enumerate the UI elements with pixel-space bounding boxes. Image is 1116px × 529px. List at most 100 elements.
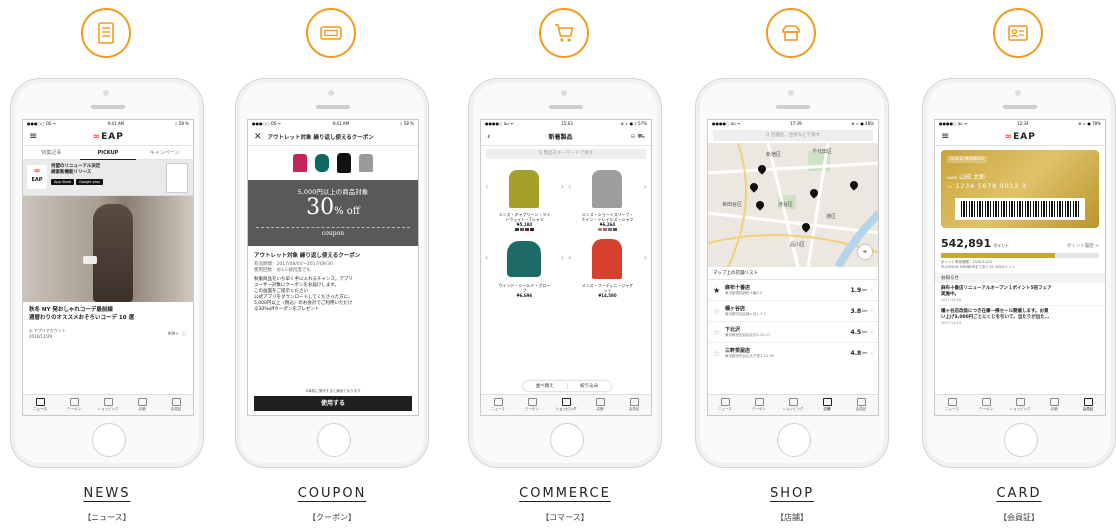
next-arrow-icon[interactable]: › — [644, 182, 647, 191]
tab-features[interactable]: 特集記事 — [23, 149, 80, 156]
banner-text: 待望のリニューアル決定 検索新機能リリース — [51, 164, 101, 175]
tab-shopping[interactable]: ショッピング — [91, 395, 125, 415]
store-row[interactable]: ☆ 下北沢 東京都世田谷区北沢2-20-17 4.5 km › — [708, 322, 878, 343]
prev-arrow-icon[interactable]: ‹ — [485, 182, 488, 191]
camera — [788, 90, 794, 96]
sort-button[interactable]: 並べ替え — [523, 383, 568, 389]
tab-coupon[interactable]: クーポン — [742, 395, 776, 415]
tab-shop[interactable]: 店舗 — [1037, 395, 1071, 415]
tab-news[interactable]: ニュース — [23, 395, 57, 415]
coupon-discount: 30% off — [306, 195, 360, 220]
product-card[interactable]: ‹ › メンズ・ショートスリーブ・ ナイン・トレイルズ・シャツ ¥6,264 — [566, 164, 649, 231]
home-button[interactable] — [777, 423, 811, 457]
back-icon[interactable]: ‹ — [487, 132, 491, 142]
article-card[interactable]: 秋冬 NY 発おしゃれコーデ最前線 週替わりのオススメおそろいコーデ 10 選 ◎… — [23, 302, 193, 343]
tab-card[interactable]: 会員証 — [159, 395, 193, 415]
card-tab-icon — [171, 398, 181, 406]
point-history-link[interactable]: ポイント履歴 > — [1067, 243, 1099, 249]
store-row[interactable]: ★ 麻布十番店 東京都港区麻布十番2-5 1.9 km › — [708, 280, 878, 301]
release-banner[interactable]: ∞ EAP 待望のリニューアル決定 検索新機能リリース App Store Goog… — [23, 160, 193, 196]
menu-icon[interactable]: ≡ — [29, 131, 37, 142]
coupon-word: coupon — [321, 230, 345, 237]
card-navbar: ≡ ∞EAP — [935, 128, 1105, 146]
close-icon[interactable]: ✕ — [254, 132, 262, 142]
status-bar: ●●●○○ OS ᯤ 9:41 AM ᛒ 58 % — [252, 121, 414, 126]
home-button[interactable] — [92, 423, 126, 457]
google-play-badge[interactable]: Google play — [76, 179, 104, 185]
news-tab-icon — [947, 398, 957, 406]
store-row[interactable]: ☆ 三軒茶屋店 東京都世田谷区太子堂1-14-16 4.8 km › — [708, 343, 878, 363]
product-card[interactable]: ‹ › ウインド・シールド・グローブ ¥6,696 — [483, 235, 566, 298]
app-store-badge[interactable]: App Store — [51, 179, 75, 185]
tab-campaign[interactable]: キャンペーン — [136, 149, 193, 156]
speaker — [1003, 105, 1037, 109]
article-photo[interactable] — [23, 196, 193, 302]
tab-shopping[interactable]: ショッピング — [549, 395, 583, 415]
star-outline-icon[interactable]: ☆ — [713, 328, 725, 337]
tab-shop[interactable]: 店舗 — [583, 395, 617, 415]
product-search-input[interactable]: Q 製品をキーワードで探す — [486, 149, 646, 159]
prev-arrow-icon[interactable]: ‹ — [485, 253, 488, 262]
tab-card[interactable]: 会員証 — [617, 395, 651, 415]
notice-item[interactable]: 麻布十番店リニューアルオープン１ポイント5倍フェア 実施中。 2017/11/29 — [935, 283, 1105, 306]
battery: ᛒ 58 % — [175, 121, 189, 126]
product-grid: ‹ › メンズ・キャプリーン・ライ トウェイト・Tシャツ ¥5,184 ‹ › メンズ… — [481, 162, 651, 300]
next-arrow-icon[interactable]: › — [561, 253, 564, 262]
next-arrow-icon[interactable]: › — [644, 253, 647, 262]
points-info: ポイント有効期限：2020/12/31 PLATINUM MEMBERまであと19… — [941, 260, 1016, 269]
speaker — [91, 105, 125, 109]
cart-nav-icon[interactable]: ⛟ — [637, 133, 645, 140]
map-label: 渋谷区 — [778, 202, 794, 208]
product-price: ¥6,696 — [516, 293, 533, 298]
cart-tab-icon — [103, 398, 113, 406]
locate-icon[interactable]: ⌖ — [858, 245, 872, 259]
coupon-caption-jp: 【クーポン】 — [308, 513, 356, 522]
tab-coupon[interactable]: クーポン — [57, 395, 91, 415]
tab-shopping[interactable]: ショッピング — [1003, 395, 1037, 415]
shop-map[interactable]: 新宿区 千代田区 世田谷区 渋谷区 品川区 港区 ⌖ — [708, 143, 878, 267]
filter-button[interactable]: 絞り込み — [568, 383, 612, 389]
cart-tab-icon — [788, 398, 798, 406]
next-arrow-icon[interactable]: › — [561, 182, 564, 191]
camera — [103, 90, 109, 96]
tab-news[interactable]: ニュース — [481, 395, 515, 415]
home-button[interactable] — [317, 423, 351, 457]
more-icon[interactable]: ⊖ — [630, 133, 635, 140]
tab-shop[interactable]: 店舗 — [810, 395, 844, 415]
coupon-tab-icon — [527, 398, 537, 406]
home-button[interactable] — [550, 423, 584, 457]
status-bar: ●●●○○ OS ᯤ 9:41 AM ᛒ 58 % — [23, 120, 193, 128]
card-tab-icon — [1083, 398, 1093, 406]
tab-card[interactable]: 会員証 — [844, 395, 878, 415]
shop-phone: ●●●●○ au ᯤ 17:39 ⊕ ➶ ● 48% Q 店舗名、住所などで探す 新… — [695, 78, 889, 468]
member-name: NAME 山田 太郎 — [947, 174, 986, 181]
menu-icon[interactable]: ≡ — [941, 131, 949, 142]
star-outline-icon[interactable]: ☆ — [713, 349, 725, 358]
chevron-right-icon: › — [870, 286, 873, 294]
tab-coupon[interactable]: クーポン — [515, 395, 549, 415]
shop-search-input[interactable]: Q 店舗名、住所などで探す — [713, 130, 873, 141]
product-card[interactable]: ‹ › メンズ・フーディニ・ジャケ ット ¥14,580 — [566, 235, 649, 298]
tab-coupon[interactable]: クーポン — [969, 395, 1003, 415]
bottom-tabbar: ニュース クーポン ショッピング 店舗 会員証 — [481, 394, 651, 415]
color-swatches — [566, 228, 649, 231]
tab-shop[interactable]: 店舗 — [125, 395, 159, 415]
store-row[interactable]: ☆ 幡ヶ谷店 東京都渋谷区幡ヶ谷1-3-1 3.8 km › — [708, 301, 878, 322]
tab-news[interactable]: ニュース — [708, 395, 742, 415]
product-card[interactable]: ‹ › メンズ・キャプリーン・ライ トウェイト・Tシャツ ¥5,184 — [483, 164, 566, 231]
tab-shopping[interactable]: ショッピング — [776, 395, 810, 415]
tab-card[interactable]: 会員証 — [1071, 395, 1105, 415]
notice-item[interactable]: 幡ヶ谷店改装につき在庫一掃セール開催します。お買 い上げ3,000円ごとにくじを引… — [935, 306, 1105, 328]
card-feature-icon — [993, 8, 1043, 58]
use-coupon-button[interactable]: 使用する — [254, 396, 412, 411]
star-filled-icon[interactable]: ★ — [713, 286, 725, 295]
tab-news[interactable]: ニュース — [935, 395, 969, 415]
prev-arrow-icon[interactable]: ‹ — [568, 182, 571, 191]
star-outline-icon[interactable]: ☆ — [713, 307, 725, 316]
home-button[interactable] — [1004, 423, 1038, 457]
tab-pickup[interactable]: PICKUP — [79, 146, 137, 160]
store-distance: 4.5 — [850, 328, 862, 336]
prev-arrow-icon[interactable]: ‹ — [568, 253, 571, 262]
coupon-products — [248, 146, 418, 180]
star-icon[interactable]: ☆ — [181, 330, 187, 338]
